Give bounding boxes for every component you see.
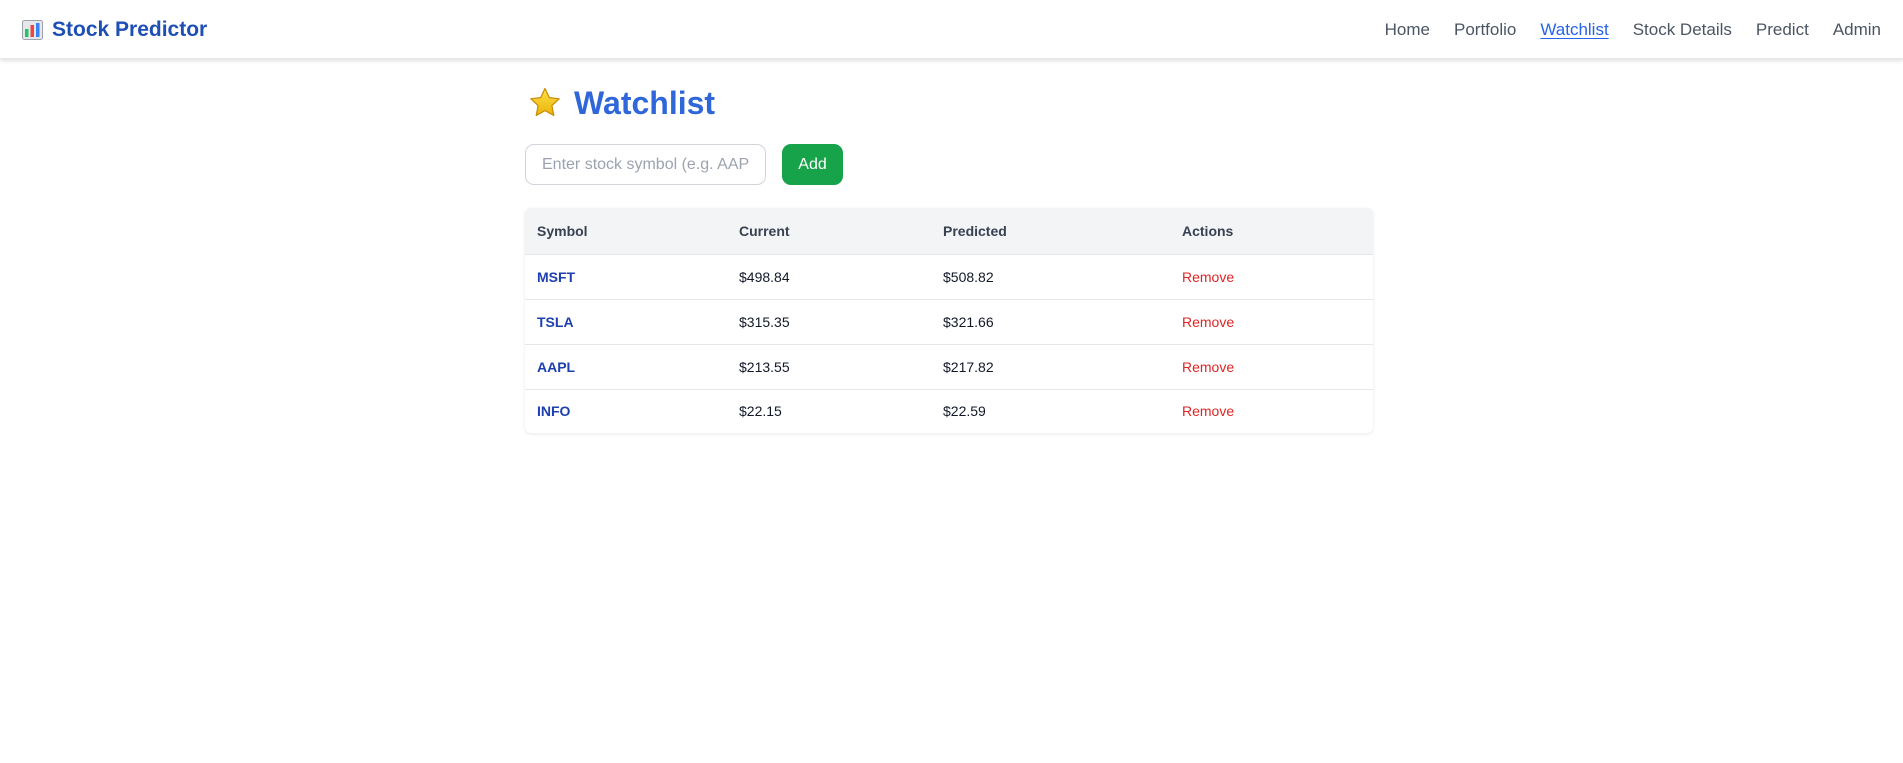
add-button[interactable]: Add	[782, 144, 843, 185]
page-title: Watchlist	[528, 81, 715, 125]
brand-link[interactable]: Stock Predictor	[22, 17, 207, 43]
symbol-link[interactable]: AAPL	[537, 359, 575, 375]
predicted-price: $217.82	[931, 344, 1170, 390]
column-header-current: Current	[727, 208, 931, 255]
current-price: $213.55	[727, 344, 931, 390]
column-header-symbol: Symbol	[525, 208, 727, 255]
current-price: $498.84	[727, 254, 931, 300]
predicted-price: $508.82	[931, 254, 1170, 300]
column-header-actions: Actions	[1170, 208, 1373, 255]
column-header-predicted: Predicted	[931, 208, 1170, 255]
page-title-text: Watchlist	[574, 85, 716, 121]
remove-button[interactable]: Remove	[1182, 269, 1234, 285]
table-row: AAPL $213.55 $217.82 Remove	[525, 344, 1373, 390]
table-row: INFO $22.15 $22.59 Remove	[525, 389, 1373, 433]
table-header-row: Symbol Current Predicted Actions	[525, 208, 1373, 255]
remove-button[interactable]: Remove	[1182, 359, 1234, 375]
predicted-price: $22.59	[943, 403, 986, 420]
symbol-link[interactable]: TSLA	[537, 314, 574, 330]
nav-link-home[interactable]: Home	[1385, 19, 1430, 41]
stock-symbol-input[interactable]	[525, 144, 766, 185]
symbol-link[interactable]: INFO	[537, 403, 570, 419]
nav-link-predict[interactable]: Predict	[1756, 19, 1809, 41]
nav-link-portfolio[interactable]: Portfolio	[1454, 19, 1516, 41]
top-navbar: Stock Predictor Home Portfolio Watchlist…	[0, 0, 1903, 59]
nav-link-watchlist[interactable]: Watchlist	[1540, 19, 1608, 41]
star-icon	[530, 87, 560, 117]
predicted-price: $321.66	[931, 299, 1170, 345]
nav-link-stock-details[interactable]: Stock Details	[1633, 19, 1732, 41]
current-price: $315.35	[727, 299, 931, 345]
table-row: TSLA $315.35 $321.66 Remove	[525, 299, 1373, 345]
main-nav: Home Portfolio Watchlist Stock Details P…	[1361, 0, 1881, 59]
watchlist-table: Symbol Current Predicted Actions MSFT $4…	[525, 208, 1373, 433]
bar-chart-icon	[22, 20, 43, 40]
current-price: $22.15	[739, 403, 782, 420]
brand-name: Stock Predictor	[52, 18, 208, 41]
symbol-link[interactable]: MSFT	[537, 269, 575, 285]
table-row: MSFT $498.84 $508.82 Remove	[525, 254, 1373, 300]
nav-link-admin[interactable]: Admin	[1833, 19, 1881, 41]
add-symbol-form: Add	[525, 144, 843, 185]
remove-button[interactable]: Remove	[1182, 403, 1234, 419]
remove-button[interactable]: Remove	[1182, 314, 1234, 330]
